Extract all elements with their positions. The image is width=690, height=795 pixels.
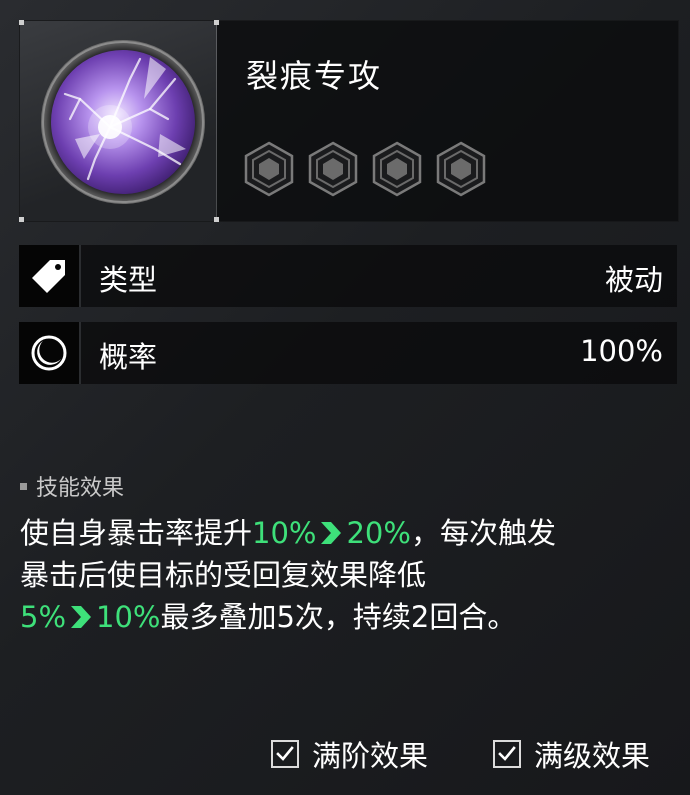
skill-icon-frame <box>19 20 219 222</box>
skill-header-card: 裂痕专攻 <box>19 20 679 222</box>
moon-icon <box>31 335 67 371</box>
max-level-label: 满级效果 <box>534 739 651 773</box>
max-rank-toggle[interactable]: 满阶效果 <box>271 733 428 775</box>
chevron-right-icon <box>71 606 92 628</box>
effect-description: 使自身暴击率提升10% 20%，每次触发 暴击后使目标的受回复效果降低 5% 10%… <box>20 512 680 638</box>
effect-text-segment: 最多叠加5次，持续2回合。 <box>160 600 517 634</box>
attribute-icon-box <box>19 245 81 307</box>
attribute-row-probability: 概率 100% <box>19 322 677 384</box>
effect-heading-label: 技能效果 <box>36 476 125 501</box>
effect-text-segment: 暴击后使目标的受回复效果降低 <box>20 558 427 592</box>
frame-corner-marker <box>214 217 219 222</box>
effect-heading: 技能效果 <box>20 470 124 502</box>
skill-name: 裂痕专攻 <box>246 57 383 95</box>
effect-text-segment: ，每次触发 <box>410 516 556 550</box>
attribute-value: 100% <box>580 334 663 368</box>
hexagon-rank-icon <box>372 141 422 197</box>
rank-gem-row <box>243 141 487 197</box>
frame-corner-marker <box>214 20 219 25</box>
frame-corner-marker <box>19 217 24 222</box>
check-icon <box>498 746 516 761</box>
effect-line-3: 5% 10%最多叠加5次，持续2回合。 <box>20 596 680 638</box>
effect-value-to: 20% <box>346 516 411 550</box>
effect-line-2: 暴击后使目标的受回复效果降低 <box>20 554 680 596</box>
attribute-icon-box <box>19 322 81 384</box>
max-level-checkbox[interactable] <box>493 740 521 768</box>
purple-crack-orb-icon <box>41 40 205 204</box>
effect-line-1: 使自身暴击率提升10% 20%，每次触发 <box>20 512 680 554</box>
max-rank-checkbox[interactable] <box>271 740 299 768</box>
attribute-label: 概率 <box>99 340 158 374</box>
effect-value-from: 5% <box>20 600 67 634</box>
tag-icon <box>32 260 65 293</box>
hexagon-rank-icon <box>308 141 358 197</box>
effect-value-to: 10% <box>96 600 161 634</box>
attribute-label: 类型 <box>99 263 158 297</box>
chevron-right-icon <box>321 522 342 544</box>
attribute-value: 被动 <box>604 263 663 297</box>
hexagon-rank-icon <box>436 141 486 197</box>
attribute-row-type: 类型 被动 <box>19 245 677 307</box>
max-rank-label: 满阶效果 <box>312 739 429 773</box>
check-icon <box>276 746 294 761</box>
effect-value-from: 10% <box>252 516 317 550</box>
hexagon-rank-icon <box>244 141 294 197</box>
max-level-toggle[interactable]: 满级效果 <box>493 733 650 775</box>
frame-corner-marker <box>19 20 24 25</box>
effect-text-segment: 使自身暴击率提升 <box>20 516 253 550</box>
bullet-marker <box>20 482 27 490</box>
